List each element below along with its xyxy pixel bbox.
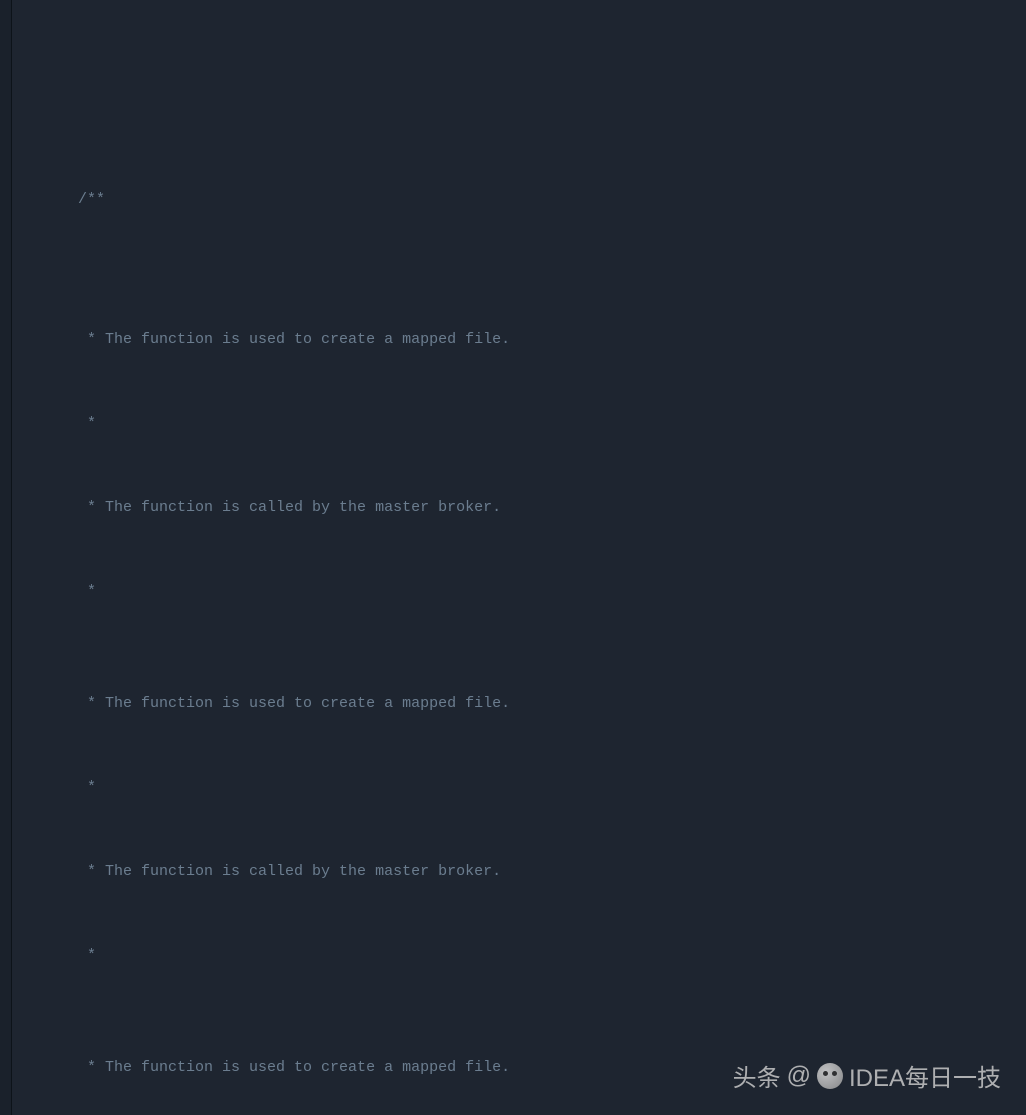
- javadoc-line: * The function is used to create a mappe…: [42, 1054, 1026, 1082]
- code-content: /** * The function is used to create a m…: [12, 74, 1026, 1115]
- javadoc-line: * The function is called by the master b…: [42, 858, 1026, 886]
- code-editor[interactable]: /** * The function is used to create a m…: [12, 0, 1026, 1115]
- javadoc-line: * The function is used to create a mappe…: [42, 326, 1026, 354]
- javadoc-line: *: [42, 410, 1026, 438]
- javadoc-line: * The function is called by the master b…: [42, 494, 1026, 522]
- javadoc-line: *: [42, 942, 1026, 970]
- javadoc-open: /**: [42, 186, 1026, 214]
- javadoc-line: *: [42, 774, 1026, 802]
- gutter: [0, 0, 12, 1115]
- javadoc-line: * The function is used to create a mappe…: [42, 690, 1026, 718]
- javadoc-line: *: [42, 578, 1026, 606]
